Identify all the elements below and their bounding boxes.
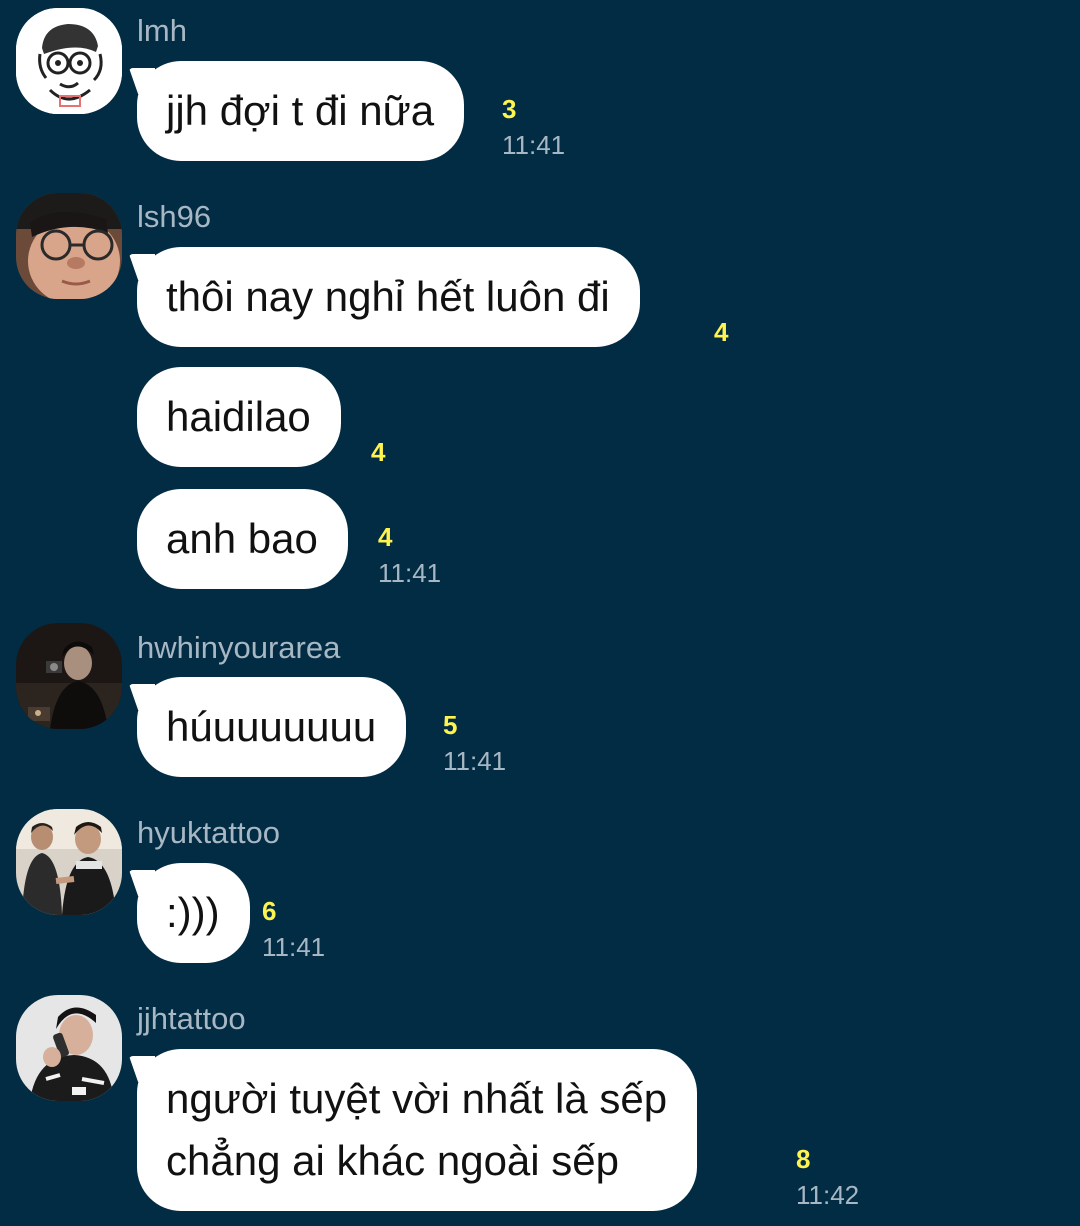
message-bubble[interactable]: :))) xyxy=(137,863,250,963)
message-time: 11:41 xyxy=(262,932,326,962)
message-bubble[interactable]: anh bao xyxy=(137,489,348,589)
unread-count: 4 xyxy=(378,522,393,552)
message-bubble[interactable]: húuuuuuuu xyxy=(137,677,407,777)
message-text: haidilao xyxy=(166,393,311,440)
message-time: 11:41 xyxy=(378,558,442,588)
avatar[interactable] xyxy=(16,193,122,299)
message-bubble[interactable]: haidilao xyxy=(137,367,341,467)
message-bubble[interactable]: jjh đợi t đi nữa xyxy=(137,61,465,161)
sender-name[interactable]: lmh xyxy=(137,13,187,49)
dark-photo-avatar-icon xyxy=(16,623,122,729)
unread-count: 5 xyxy=(443,710,458,740)
sender-name[interactable]: hwhinyourarea xyxy=(137,630,340,666)
sender-name[interactable]: lsh96 xyxy=(137,199,211,235)
message-time: 11:42 xyxy=(796,1180,860,1210)
message-text: jjh đợi t đi nữa xyxy=(166,87,435,134)
avatar[interactable] xyxy=(16,8,122,114)
avatar[interactable] xyxy=(16,623,122,729)
cartoon-avatar-icon xyxy=(16,8,122,114)
chat-message-list[interactable]: lmh jjh đợi t đi nữa 3 11:41 lsh96 thôi … xyxy=(0,0,1080,1226)
avatar[interactable] xyxy=(16,995,122,1101)
unread-count: 4 xyxy=(371,437,386,467)
message-bubble[interactable]: người tuyệt vời nhất là sếp chẳng ai khá… xyxy=(137,1049,698,1211)
glasses-photo-avatar-icon xyxy=(16,193,122,299)
message-time: 11:41 xyxy=(502,130,566,160)
sender-name[interactable]: jjhtattoo xyxy=(137,1001,246,1037)
message-text-line: chẳng ai khác ngoài sếp xyxy=(166,1137,619,1184)
message-text: thôi nay nghỉ hết luôn đi xyxy=(166,273,610,320)
avatar[interactable] xyxy=(16,809,122,915)
message-bubble[interactable]: thôi nay nghỉ hết luôn đi xyxy=(137,247,640,347)
unread-count: 4 xyxy=(714,317,729,347)
message-text: :))) xyxy=(166,889,220,936)
unread-count: 8 xyxy=(796,1144,811,1174)
sender-name[interactable]: hyuktattoo xyxy=(137,815,280,851)
unread-count: 6 xyxy=(262,896,277,926)
phone-photo-avatar-icon xyxy=(16,995,122,1101)
message-text-line: người tuyệt vời nhất là sếp xyxy=(166,1075,668,1122)
group-photo-avatar-icon xyxy=(16,809,122,915)
unread-count: 3 xyxy=(502,94,517,124)
message-text: anh bao xyxy=(166,515,318,562)
message-time: 11:41 xyxy=(443,746,507,776)
message-text: húuuuuuuu xyxy=(166,703,377,750)
